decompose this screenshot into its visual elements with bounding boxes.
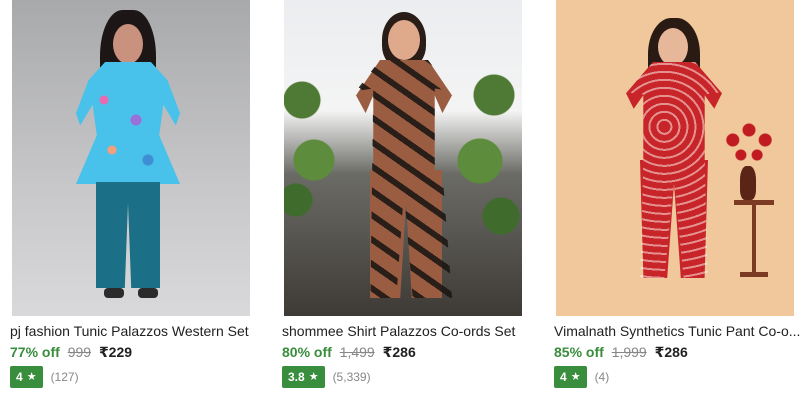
price-row: 80% off 1,499 ₹286: [282, 343, 416, 361]
shoe: [138, 288, 158, 298]
price-row: 85% off 1,999 ₹286: [554, 343, 688, 361]
review-count: (4): [594, 370, 610, 384]
product-photo: [12, 0, 250, 316]
vase: [740, 166, 756, 200]
product-title[interactable]: Vimalnath Synthetics Tunic Pant Co-o...: [554, 322, 800, 340]
background-plants: [452, 40, 522, 260]
original-price: 999: [67, 344, 92, 360]
star-icon: ★: [570, 370, 581, 383]
rating-row: 4 ★ (127): [10, 366, 79, 388]
product-photo: [556, 0, 794, 316]
shoe: [104, 288, 124, 298]
product-image[interactable]: [552, 0, 798, 316]
product-image[interactable]: [8, 0, 254, 316]
palazzo-pants: [96, 182, 160, 288]
rating-badge: 3.8 ★: [282, 366, 325, 388]
rating-badge: 4 ★: [554, 366, 587, 388]
review-count: (5,339): [332, 370, 371, 384]
side-table: [734, 200, 774, 278]
model-face: [388, 20, 420, 60]
star-icon: ★: [26, 370, 37, 383]
star-icon: ★: [308, 370, 319, 383]
product-image[interactable]: [280, 0, 526, 316]
original-price: 1,999: [611, 344, 647, 360]
product-grid: pj fashion Tunic Palazzos Western Set 77…: [0, 0, 800, 401]
rating-value: 4: [16, 370, 23, 384]
selling-price: ₹286: [382, 344, 416, 360]
rating-value: 4: [560, 370, 567, 384]
table-foot: [740, 272, 768, 277]
table-leg: [752, 205, 756, 275]
model-face: [658, 28, 688, 66]
rating-badge: 4 ★: [10, 366, 43, 388]
rating-row: 4 ★ (4): [554, 366, 609, 388]
product-title[interactable]: pj fashion Tunic Palazzos Western Set: [10, 322, 260, 340]
selling-price: ₹229: [98, 344, 133, 360]
rating-value: 3.8: [288, 370, 305, 384]
model-face: [113, 24, 143, 64]
price-row: 77% off 999 ₹229: [10, 343, 132, 361]
rating-row: 3.8 ★ (5,339): [282, 366, 371, 388]
product-card[interactable]: Vimalnath Synthetics Tunic Pant Co-o... …: [544, 0, 800, 401]
discount-label: 85% off: [554, 344, 604, 360]
discount-label: 77% off: [10, 344, 60, 360]
review-count: (127): [50, 370, 79, 384]
selling-price: ₹286: [654, 344, 688, 360]
background-plants: [284, 40, 344, 240]
product-card[interactable]: pj fashion Tunic Palazzos Western Set 77…: [0, 0, 262, 401]
product-photo: [284, 0, 522, 316]
product-title[interactable]: shommee Shirt Palazzos Co-ords Set: [282, 322, 532, 340]
product-card[interactable]: shommee Shirt Palazzos Co-ords Set 80% o…: [272, 0, 534, 401]
tunic-pattern: [88, 80, 168, 180]
original-price: 1,499: [339, 344, 375, 360]
discount-label: 80% off: [282, 344, 332, 360]
flowers: [722, 120, 776, 170]
